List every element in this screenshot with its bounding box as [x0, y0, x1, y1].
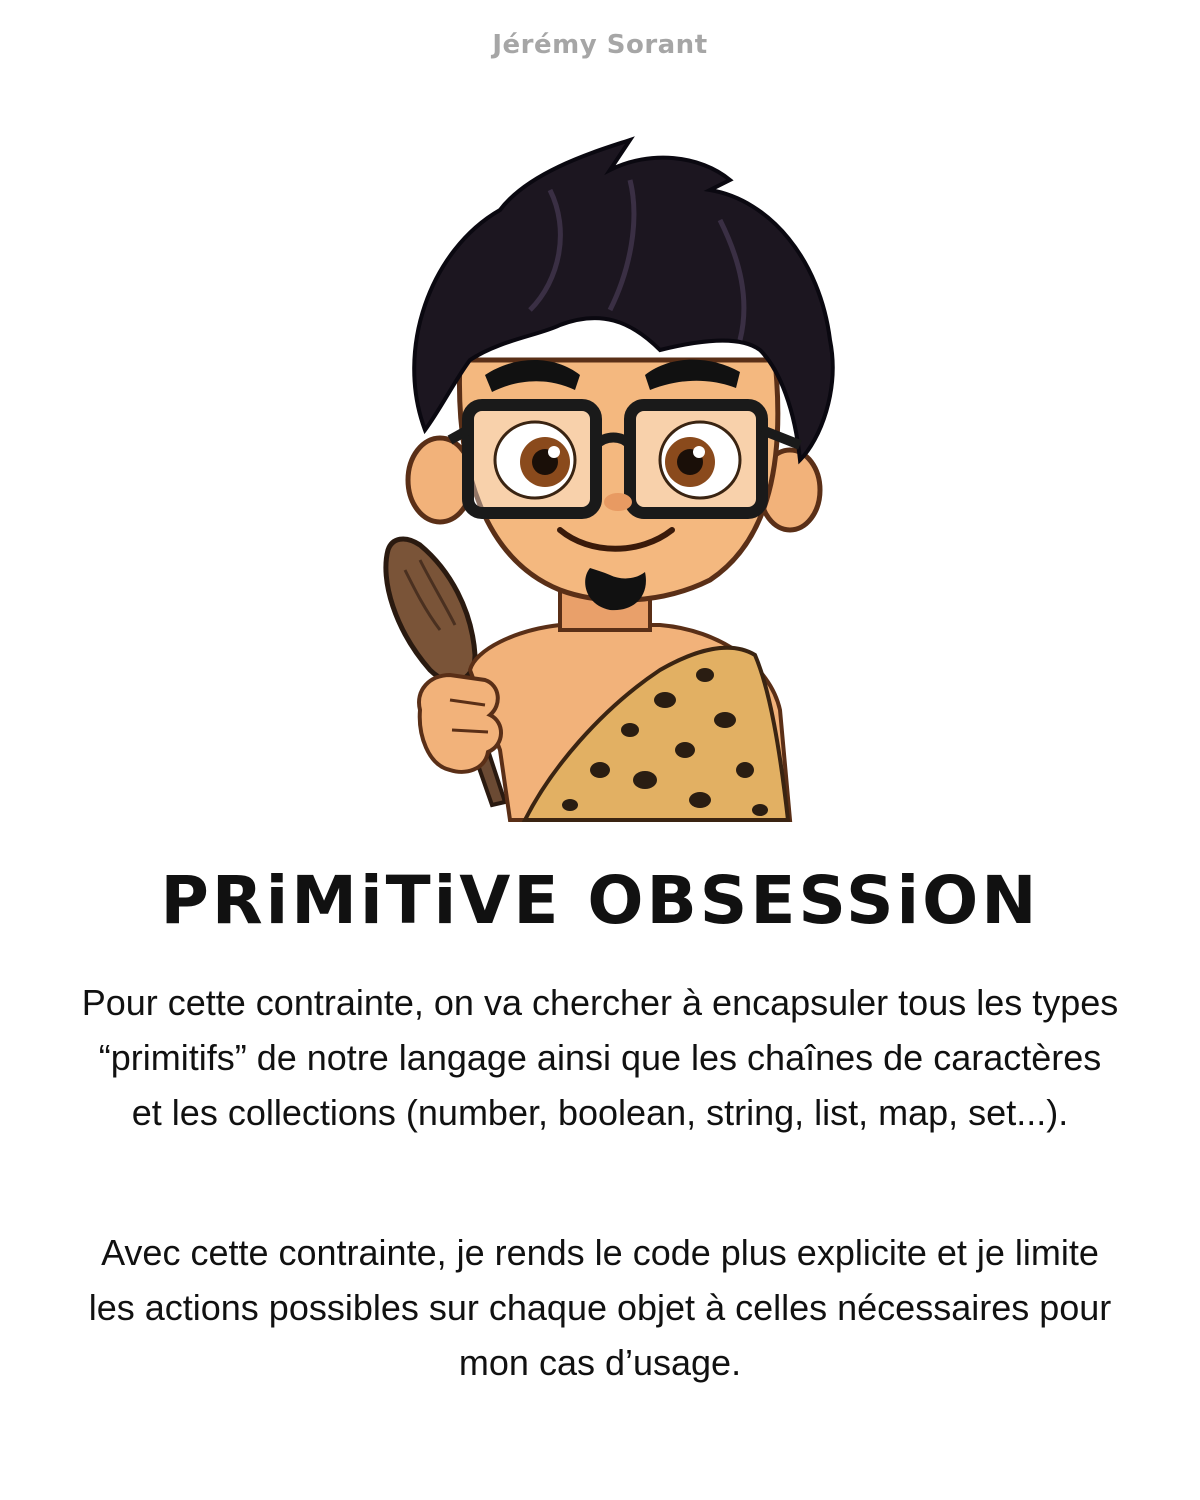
page: Jérémy Sorant PRiMiTiVE OBSESSiON Pour c…	[0, 0, 1200, 1500]
author-name: Jérémy Sorant	[492, 30, 708, 60]
body-paragraph: Pour cette contrainte, on va chercher à …	[81, 982, 1119, 1133]
caveman-developer-illustration	[300, 110, 900, 830]
page-title: PRiMiTiVE OBSESSiON	[160, 862, 1040, 939]
body-paragraph: Avec cette contrainte, je rends le code …	[88, 1232, 1112, 1383]
